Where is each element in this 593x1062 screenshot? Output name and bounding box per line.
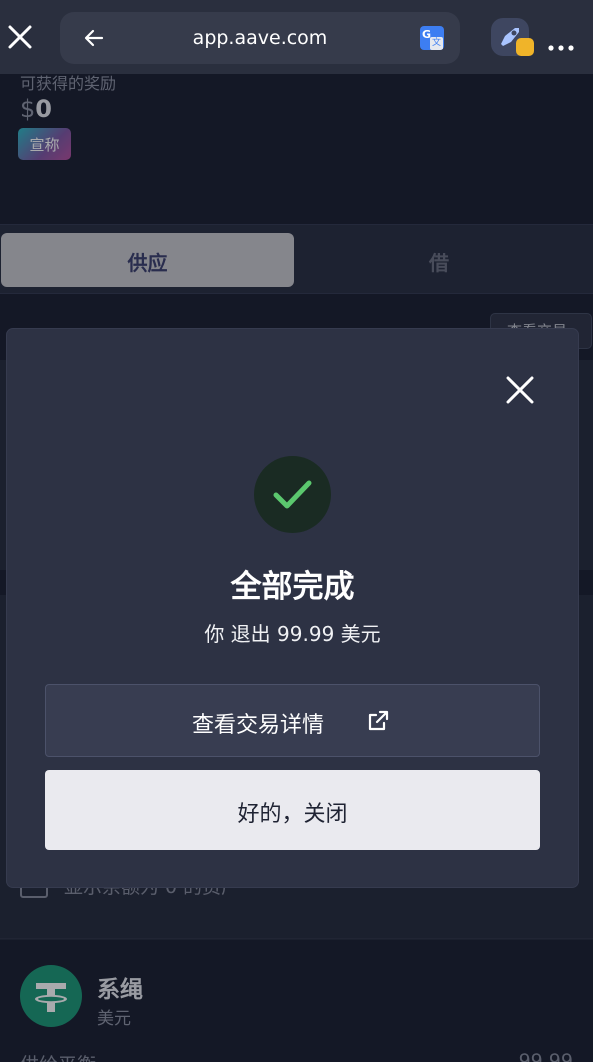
address-bar[interactable]: app.aave.com G 文	[60, 12, 460, 64]
external-link-icon	[366, 709, 390, 733]
details-button-label: 查看交易详情	[192, 713, 325, 738]
ok-close-button[interactable]: 好的，关闭	[45, 770, 540, 850]
translate-icon-badge: 文	[430, 37, 443, 50]
extension-badge-icon	[516, 38, 534, 56]
close-icon[interactable]	[6, 22, 34, 52]
success-check-icon	[254, 456, 331, 533]
url-text[interactable]: app.aave.com	[60, 27, 460, 49]
modal-title: 全部完成	[230, 569, 355, 605]
success-modal: 全部完成 你 退出 99.99 美元 查看交易详情 好的，关闭	[7, 329, 578, 887]
close-icon[interactable]	[504, 374, 536, 406]
view-transaction-details-button[interactable]: 查看交易详情	[45, 684, 540, 757]
ok-button-label: 好的，关闭	[237, 802, 348, 827]
modal-message: 你 退出 99.99 美元	[204, 622, 381, 646]
translate-icon[interactable]: G 文	[420, 26, 444, 50]
browser-toolbar: app.aave.com G 文	[0, 0, 593, 74]
more-icon[interactable]	[548, 36, 574, 51]
